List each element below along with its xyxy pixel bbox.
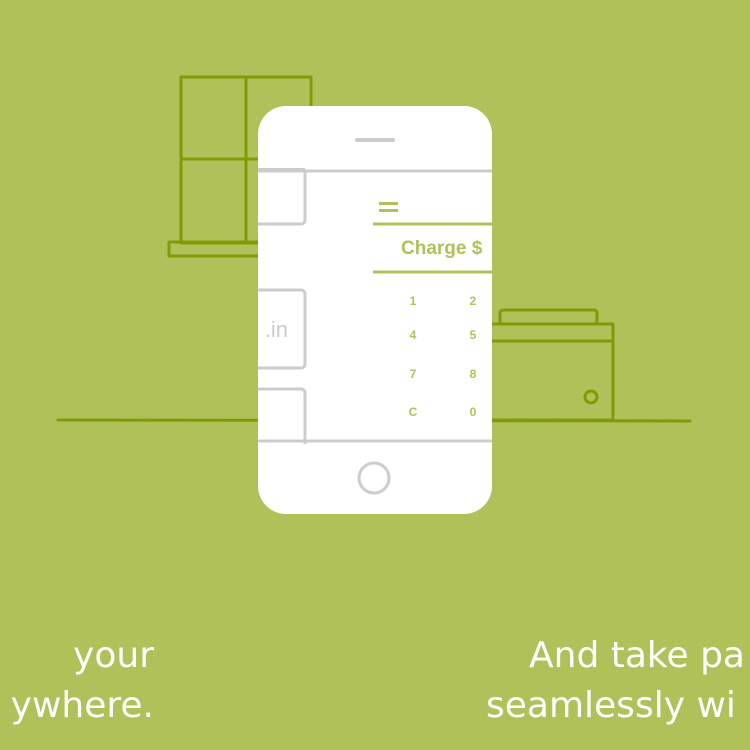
caption-right: And take pa seamlessly wi bbox=[486, 631, 745, 731]
keypad-key[interactable]: 1 bbox=[410, 294, 417, 308]
charge-button[interactable]: Charge $ bbox=[401, 238, 483, 259]
hamburger-bar-top bbox=[379, 202, 398, 205]
caption-right-line-2: seamlessly wi bbox=[486, 685, 736, 726]
keypad-key[interactable]: 5 bbox=[470, 328, 477, 342]
phone-body bbox=[258, 106, 492, 514]
keypad-key[interactable]: C bbox=[409, 405, 418, 419]
keypad-key[interactable]: 2 bbox=[470, 294, 477, 308]
keypad-key[interactable]: 0 bbox=[470, 405, 477, 419]
left-panel-text: .in bbox=[265, 317, 288, 342]
speaker-slot-icon bbox=[355, 138, 395, 142]
hamburger-bar-bottom bbox=[379, 209, 398, 212]
caption-left: your ywhere. bbox=[11, 631, 154, 731]
keypad-key[interactable]: 4 bbox=[410, 328, 417, 342]
keypad-key[interactable]: 7 bbox=[410, 367, 417, 381]
caption-left-line-1: your bbox=[73, 635, 154, 676]
phone: .in Charge $ 1 2 4 5 7 8 C 0 bbox=[258, 106, 492, 514]
onboarding-slide: .in Charge $ 1 2 4 5 7 8 C 0 your ywhere… bbox=[0, 0, 750, 750]
caption-right-line-1: And take pa bbox=[529, 635, 745, 676]
caption-left-line-2: ywhere. bbox=[10, 685, 154, 726]
keypad-key[interactable]: 8 bbox=[470, 367, 477, 381]
